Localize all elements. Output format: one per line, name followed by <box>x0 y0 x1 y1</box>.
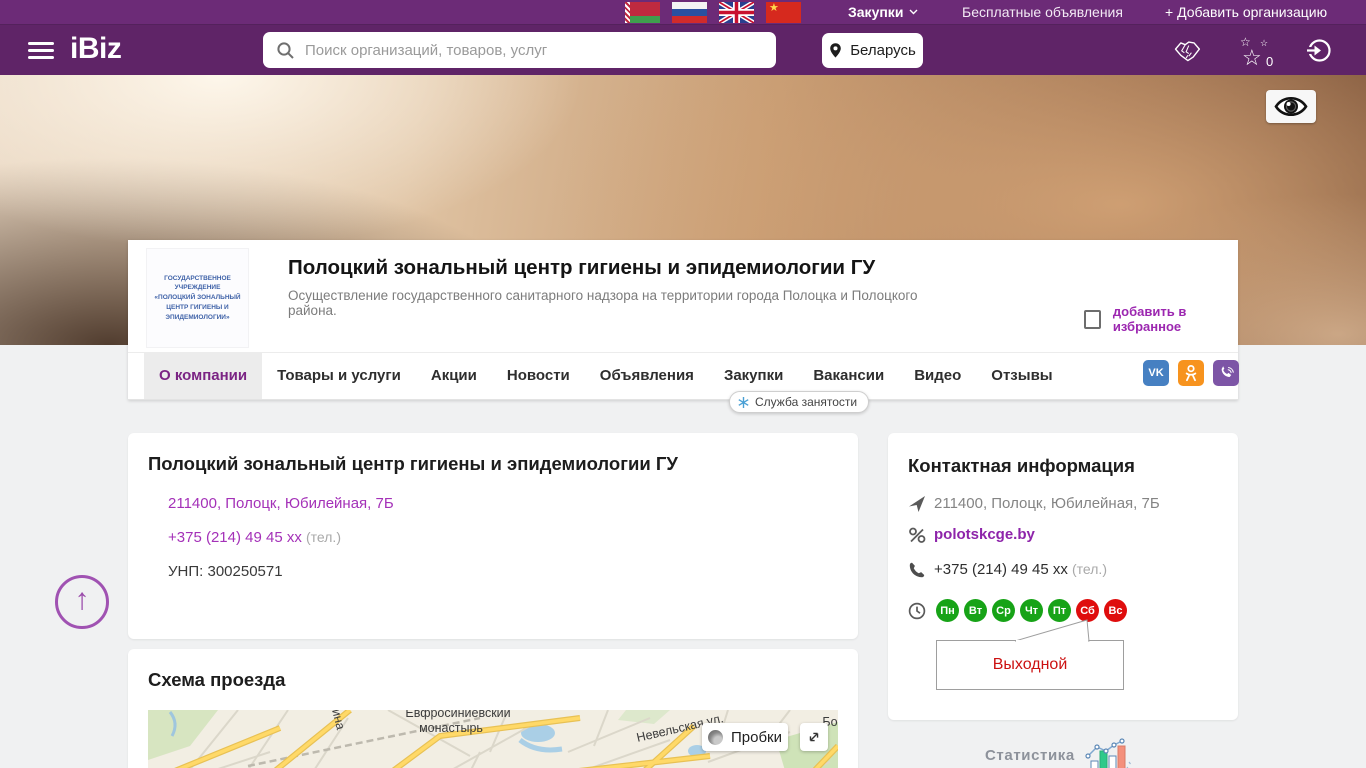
day-badge-tue: Вт <box>964 599 987 622</box>
about-heading: Полоцкий зональный центр гигиены и эпиде… <box>148 453 678 474</box>
tab-about[interactable]: О компании <box>144 353 263 399</box>
vacancies-tooltip: Служба занятости <box>729 391 870 413</box>
odnoklassniki-icon[interactable] <box>1178 360 1204 386</box>
phone-icon <box>909 562 925 578</box>
phone-note: (тел.) <box>306 529 341 545</box>
statistics-label: Статистика <box>985 746 1075 764</box>
location-pin-icon <box>830 43 841 58</box>
dayoff-tooltip: Выходной <box>936 640 1124 690</box>
topbar-add-organization-link[interactable]: + Добавить организацию <box>1165 4 1327 20</box>
company-tabs: О компании Товары и услуги Акции Новости… <box>128 352 1238 400</box>
stats-chart-icon <box>1085 738 1131 768</box>
clock-icon <box>908 602 926 620</box>
tab-products[interactable]: Товары и услуги <box>262 353 416 399</box>
map-expand-button[interactable] <box>800 723 828 751</box>
map-section: Схема проезда Евфросиниевский монастырь … <box>128 649 858 768</box>
language-flags: ★ <box>625 2 801 23</box>
route-map[interactable]: Евфросиниевский монастырь Невельская ул.… <box>148 710 838 768</box>
main-header: iBiz Беларусь ☆ ☆ ☆ 0 <box>0 25 1366 75</box>
favorite-checkbox[interactable] <box>1084 309 1101 329</box>
topbar-free-ads-link[interactable]: Бесплатные объявления <box>962 4 1123 20</box>
traffic-label: Пробки <box>731 728 782 746</box>
page: ★ Закупки Бесплатные объявления + Добави… <box>0 0 1366 768</box>
statistics-block[interactable]: Статистика <box>985 737 1131 768</box>
contact-phone-row: +375 (214) 49 45 xx (тел.) <box>934 561 1107 578</box>
contact-website-link[interactable]: polotskcge.by <box>934 526 1035 543</box>
expand-icon <box>809 732 819 742</box>
map-label-monastery-2: монастырь <box>419 721 483 735</box>
topbar: ★ Закупки Бесплатные объявления + Добави… <box>0 0 1366 25</box>
employment-service-icon <box>738 396 749 408</box>
tab-reviews[interactable]: Отзывы <box>976 353 1067 399</box>
flag-uk-icon[interactable] <box>719 2 754 23</box>
company-card: ГОСУДАРСТВЕННОЕ УЧРЕЖДЕНИЕ «ПОЛОЦКИЙ ЗОН… <box>128 240 1239 400</box>
flag-belarus-icon[interactable] <box>625 2 660 23</box>
social-links: VK <box>1143 360 1239 386</box>
search-icon <box>277 41 294 59</box>
arrow-up-icon: ↑ <box>74 583 90 616</box>
site-logo[interactable]: iBiz <box>70 32 122 66</box>
tab-news[interactable]: Новости <box>492 353 585 399</box>
login-icon[interactable] <box>1305 37 1332 69</box>
zakupki-label: Закупки <box>848 4 904 20</box>
company-address-link[interactable]: 211400, Полоцк, Юбилейная, 7Б <box>168 495 394 512</box>
day-badge-sun: Вс <box>1104 599 1127 622</box>
vacancies-tooltip-label: Служба занятости <box>755 395 858 409</box>
dayoff-tooltip-pointer <box>1014 619 1090 643</box>
contact-phone-note: (тел.) <box>1072 561 1107 577</box>
search-input[interactable] <box>305 32 776 68</box>
contact-heading: Контактная информация <box>908 455 1135 476</box>
tab-video[interactable]: Видео <box>899 353 976 399</box>
traffic-button[interactable]: Пробки <box>702 723 788 751</box>
company-description: Осуществление государственного санитарно… <box>288 288 918 318</box>
traffic-light-icon <box>708 729 723 745</box>
link-icon <box>909 527 926 543</box>
company-logo: ГОСУДАРСТВЕННОЕ УЧРЕЖДЕНИЕ «ПОЛОЦКИЙ ЗОН… <box>146 248 249 348</box>
flag-china-icon[interactable]: ★ <box>766 2 801 23</box>
map-label-monastery-1: Евфросиниевский <box>405 710 510 720</box>
tab-ads[interactable]: Объявления <box>585 353 709 399</box>
contact-address: 211400, Полоцк, Юбилейная, 7Б <box>934 495 1160 512</box>
topbar-zakupki-menu[interactable]: Закупки <box>848 4 918 20</box>
company-name: Полоцкий зональный центр гигиены и эпиде… <box>288 256 876 279</box>
company-unp: УНП: 300250571 <box>168 563 283 580</box>
contact-phone: +375 (214) 49 45 xx <box>934 561 1068 578</box>
location-button[interactable]: Беларусь <box>822 33 923 68</box>
chevron-down-icon <box>909 9 918 15</box>
map-heading: Схема проезда <box>148 669 286 690</box>
location-label: Беларусь <box>850 42 916 59</box>
add-to-favorites[interactable]: добавить в избранное <box>1084 304 1238 334</box>
flag-russia-icon[interactable] <box>672 2 707 23</box>
scroll-top-button[interactable]: ↑ <box>55 575 109 629</box>
day-badge-mon: Пн <box>936 599 959 622</box>
handshake-icon[interactable] <box>1172 37 1202 68</box>
menu-icon[interactable] <box>28 42 54 59</box>
contact-info-section: Контактная информация 211400, Полоцк, Юб… <box>888 433 1238 720</box>
favorite-label: добавить в избранное <box>1112 304 1187 334</box>
uk-flag-graphic <box>719 2 754 23</box>
company-phone-row: +375 (214) 49 45 xx (тел.) <box>168 529 341 546</box>
eye-icon <box>1274 96 1308 117</box>
accessibility-version-button[interactable] <box>1266 90 1316 123</box>
favorites-stars-icon[interactable]: ☆ ☆ ☆ 0 <box>1240 35 1280 75</box>
vk-icon[interactable]: VK <box>1143 360 1169 386</box>
tab-promos[interactable]: Акции <box>416 353 492 399</box>
about-section: Полоцкий зональный центр гигиены и эпиде… <box>128 433 858 639</box>
viber-icon[interactable] <box>1213 360 1239 386</box>
nav-arrow-icon <box>909 496 925 512</box>
favorites-count: 0 <box>1266 54 1274 69</box>
search-bar <box>263 32 776 68</box>
company-phone-link[interactable]: +375 (214) 49 45 xx <box>168 529 302 546</box>
